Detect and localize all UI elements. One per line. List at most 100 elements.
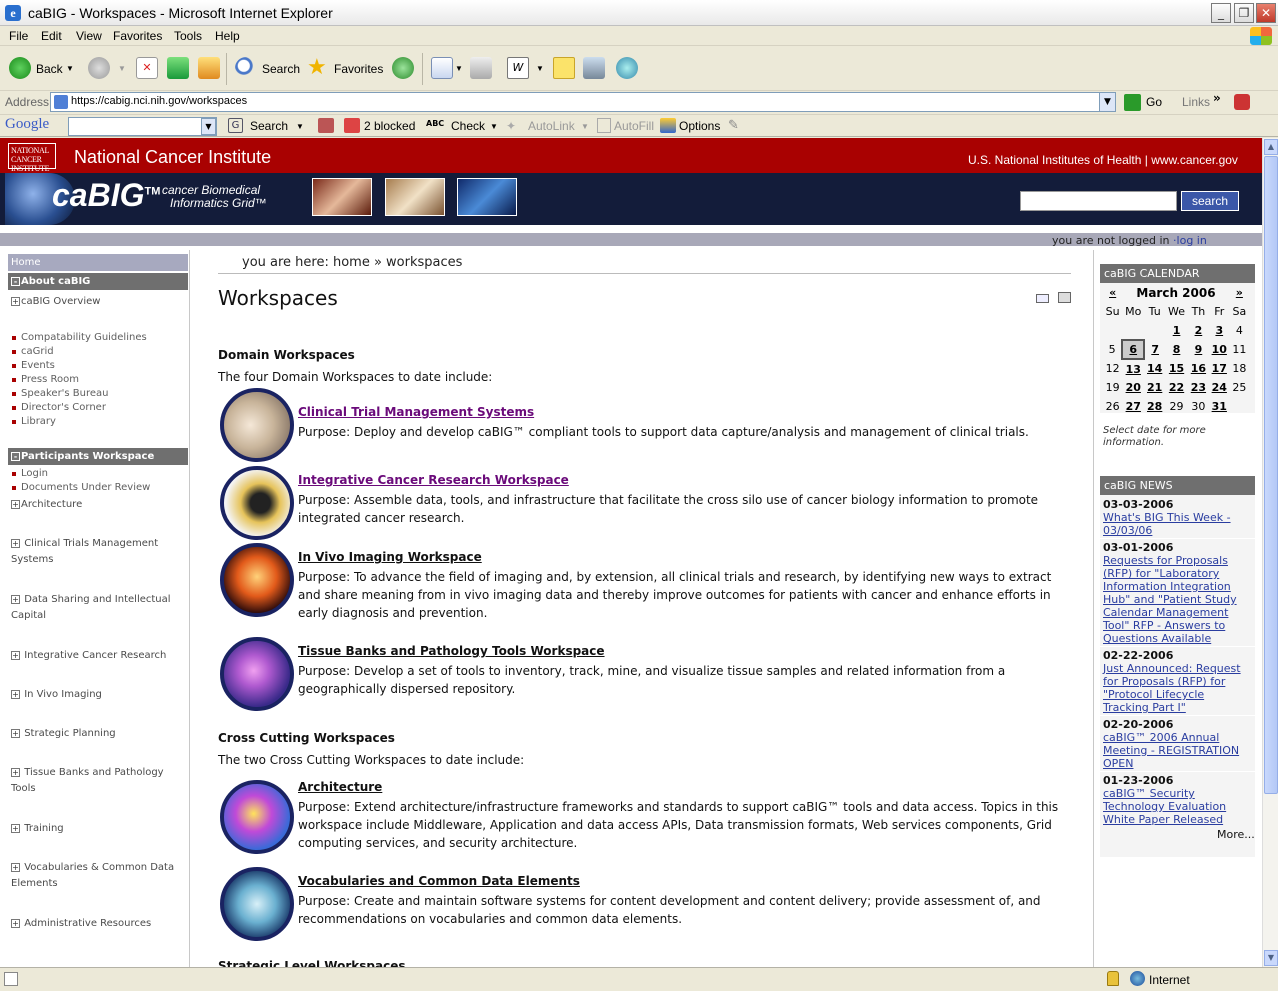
forward-arrow-icon[interactable] bbox=[88, 57, 110, 79]
nav-speakers-bureau[interactable]: Speaker's Bureau bbox=[12, 388, 109, 399]
news-link[interactable]: caBIG™ 2006 Annual Meeting - REGISTRATIO… bbox=[1103, 731, 1253, 770]
nav-in-vivo-imaging[interactable]: + In Vivo Imaging bbox=[11, 687, 181, 703]
nci-header-links[interactable]: U.S. National Institutes of Health | www… bbox=[968, 153, 1238, 167]
calendar-day[interactable]: 17 bbox=[1209, 359, 1230, 378]
back-arrow-icon[interactable] bbox=[9, 57, 31, 79]
expand-icon[interactable]: + bbox=[11, 824, 20, 833]
expand-icon[interactable]: + bbox=[11, 729, 20, 738]
popup-blocked-count[interactable]: 2 blocked bbox=[364, 119, 415, 133]
integrative-link[interactable]: Integrative Cancer Research Workspace bbox=[298, 473, 569, 487]
calendar-day[interactable]: 10 bbox=[1209, 340, 1230, 359]
calendar-day[interactable]: 2 bbox=[1188, 321, 1209, 340]
calendar-prev[interactable]: « bbox=[1103, 283, 1122, 302]
nav-compatability-guidelines[interactable]: Compatability Guidelines bbox=[12, 332, 147, 343]
vocabularies-link[interactable]: Vocabularies and Common Data Elements bbox=[298, 874, 580, 888]
expand-icon[interactable]: + bbox=[11, 500, 20, 509]
calendar-day[interactable]: 13 bbox=[1122, 359, 1144, 378]
nav-training[interactable]: + Training bbox=[11, 821, 181, 837]
check-button[interactable]: Check bbox=[451, 119, 485, 133]
nav-architecture[interactable]: + Architecture bbox=[11, 497, 181, 513]
news-icon[interactable] bbox=[318, 118, 334, 133]
nav-clinical-trials[interactable]: + Clinical Trials Management Systems bbox=[11, 536, 181, 568]
calendar-day[interactable]: 21 bbox=[1144, 378, 1165, 397]
nav-events[interactable]: Events bbox=[12, 360, 55, 371]
options-icon[interactable] bbox=[660, 118, 676, 133]
calendar-day[interactable]: 3 bbox=[1209, 321, 1230, 340]
go-arrow-icon[interactable] bbox=[1124, 94, 1141, 111]
google-search-dropdown2-icon[interactable]: ▼ bbox=[296, 122, 304, 131]
expand-icon[interactable]: + bbox=[11, 297, 20, 306]
calendar-day-today[interactable]: 6 bbox=[1121, 339, 1146, 360]
nav-administrative-resources[interactable]: + Administrative Resources bbox=[11, 916, 181, 932]
menu-file[interactable]: File bbox=[9, 29, 28, 43]
calendar-day[interactable]: 27 bbox=[1122, 397, 1144, 416]
calendar-day[interactable]: 1 bbox=[1165, 321, 1188, 340]
print-icon[interactable] bbox=[470, 57, 492, 79]
calendar-day[interactable]: 15 bbox=[1165, 359, 1188, 378]
architecture-link[interactable]: Architecture bbox=[298, 780, 382, 794]
mail-dropdown-icon[interactable]: ▼ bbox=[455, 64, 463, 73]
expand-icon[interactable]: + bbox=[11, 919, 20, 928]
autofill-button[interactable]: AutoFill bbox=[614, 119, 654, 133]
edit-word-icon[interactable]: W bbox=[507, 57, 529, 79]
back-dropdown-icon[interactable]: ▼ bbox=[66, 64, 74, 73]
calendar-day[interactable]: 14 bbox=[1144, 359, 1165, 378]
nav-press-room[interactable]: Press Room bbox=[12, 374, 79, 385]
close-button[interactable]: ✕ bbox=[1256, 3, 1276, 23]
nav-vocabularies[interactable]: + Vocabularies & Common Data Elements bbox=[11, 860, 181, 892]
news-link[interactable]: What's BIG This Week - 03/03/06 bbox=[1103, 511, 1253, 537]
google-search-dropdown-icon[interactable]: ▼ bbox=[201, 118, 216, 135]
nci-logo[interactable]: NATIONAL CANCER INSTITUTE bbox=[8, 143, 56, 173]
links-button[interactable]: Links bbox=[1182, 95, 1210, 109]
expand-icon[interactable]: + bbox=[11, 690, 20, 699]
search-icon[interactable] bbox=[235, 57, 257, 79]
calendar-day[interactable]: 24 bbox=[1209, 378, 1230, 397]
calendar-day[interactable]: 7 bbox=[1144, 340, 1165, 359]
google-search-input[interactable] bbox=[68, 117, 217, 136]
lock-icon[interactable] bbox=[1107, 971, 1119, 986]
news-more-link[interactable]: More... bbox=[1217, 828, 1255, 841]
expand-icon[interactable]: + bbox=[11, 768, 20, 777]
mail-icon[interactable] bbox=[431, 57, 453, 79]
collapse-icon[interactable]: - bbox=[11, 277, 20, 286]
nav-integrative-cancer-research[interactable]: + Integrative Cancer Research bbox=[11, 648, 181, 664]
calendar-day[interactable]: 28 bbox=[1144, 397, 1165, 416]
calendar-next[interactable]: » bbox=[1230, 283, 1249, 302]
email-page-icon[interactable] bbox=[1036, 294, 1049, 303]
calendar-day[interactable]: 31 bbox=[1209, 397, 1230, 416]
nav-directors-corner[interactable]: Director's Corner bbox=[12, 402, 106, 413]
google-search-button[interactable]: Search bbox=[250, 119, 288, 133]
scroll-down-icon[interactable]: ▼ bbox=[1264, 950, 1278, 966]
calendar-day[interactable]: 23 bbox=[1188, 378, 1209, 397]
nav-participants-header[interactable]: - Participants Workspace bbox=[8, 448, 188, 465]
menu-tools[interactable]: Tools bbox=[174, 29, 202, 43]
stop-icon[interactable]: ✕ bbox=[136, 57, 158, 79]
popup-blocker-icon[interactable] bbox=[344, 118, 360, 133]
back-button[interactable]: Back bbox=[36, 62, 63, 76]
news-link[interactable]: Requests for Proposals (RFP) for "Labora… bbox=[1103, 554, 1253, 645]
calendar-day[interactable]: 9 bbox=[1188, 340, 1209, 359]
scroll-up-icon[interactable]: ▲ bbox=[1264, 139, 1278, 155]
site-search-input[interactable] bbox=[1020, 191, 1177, 211]
calendar-day[interactable]: 22 bbox=[1165, 378, 1188, 397]
autolink-icon[interactable]: ✦ bbox=[506, 119, 520, 133]
vertical-scrollbar[interactable]: ▲ ▼ bbox=[1262, 138, 1278, 967]
expand-icon[interactable]: + bbox=[11, 539, 20, 548]
messenger-icon[interactable] bbox=[616, 57, 638, 79]
google-logo[interactable]: Google bbox=[5, 116, 49, 133]
research-icon[interactable] bbox=[583, 57, 605, 79]
address-dropdown-icon[interactable]: ▼ bbox=[1099, 93, 1115, 111]
news-link[interactable]: Just Announced: Request for Proposals (R… bbox=[1103, 662, 1253, 714]
addon-icon[interactable] bbox=[1234, 94, 1250, 110]
calendar-day[interactable]: 8 bbox=[1165, 340, 1188, 359]
tissue-banks-link[interactable]: Tissue Banks and Pathology Tools Workspa… bbox=[298, 644, 605, 658]
nav-strategic-planning[interactable]: + Strategic Planning bbox=[11, 726, 181, 742]
google-g-icon[interactable]: G bbox=[228, 118, 243, 133]
refresh-icon[interactable] bbox=[167, 57, 189, 79]
expand-icon[interactable]: + bbox=[11, 863, 20, 872]
highlighter-icon[interactable]: ✎ bbox=[728, 118, 739, 133]
nav-about-header[interactable]: - About caBIG bbox=[8, 273, 188, 290]
address-url[interactable]: https://cabig.nci.nih.gov/workspaces bbox=[71, 95, 247, 107]
go-button[interactable]: Go bbox=[1146, 95, 1162, 109]
options-button[interactable]: Options bbox=[679, 119, 720, 133]
